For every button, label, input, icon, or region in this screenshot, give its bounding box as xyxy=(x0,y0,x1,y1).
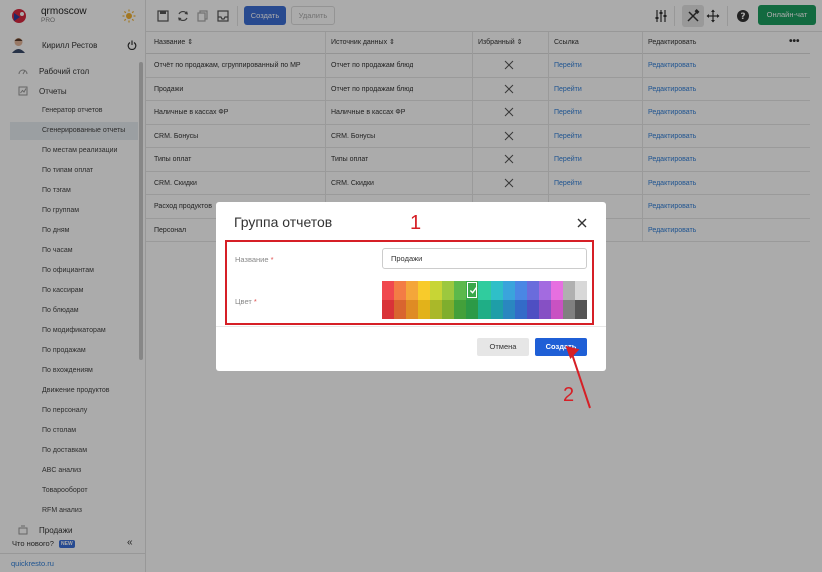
close-icon[interactable] xyxy=(577,218,587,228)
cancel-button[interactable]: Отмена xyxy=(477,338,529,356)
dialog-title: Группа отчетов xyxy=(234,214,333,230)
annotation-highlight-box xyxy=(225,240,594,325)
annotation-step-1: 1 xyxy=(410,212,422,234)
annotation-arrow-icon xyxy=(565,345,591,409)
dialog-footer-divider xyxy=(216,326,606,327)
